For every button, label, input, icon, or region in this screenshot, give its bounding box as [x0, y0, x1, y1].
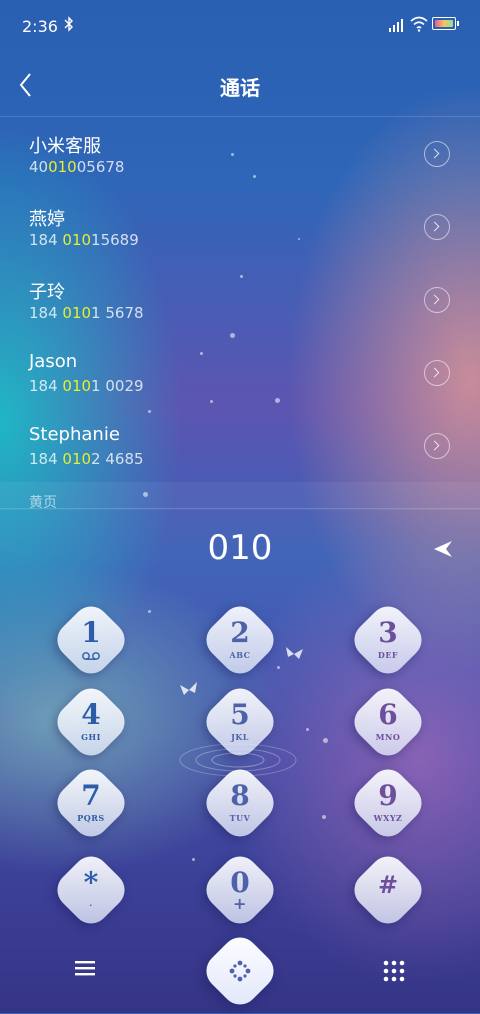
contact-number: 184 01015689 — [29, 231, 139, 249]
chevron-right-icon[interactable] — [424, 214, 450, 240]
grid-icon[interactable] — [381, 958, 407, 984]
list-item[interactable]: 燕婷 184 01015689 — [0, 191, 480, 264]
key-3[interactable]: 3 DEF — [346, 598, 430, 682]
chevron-right-icon[interactable] — [424, 287, 450, 313]
section-header-yellow-pages: 黄页 — [0, 482, 480, 511]
contact-name: 子玲 — [29, 282, 65, 303]
list-item[interactable]: 子玲 184 0101 5678 — [0, 264, 480, 337]
dialed-number: 010 — [207, 528, 273, 568]
page-title: 通话 — [220, 76, 260, 100]
voicemail-icon — [82, 652, 100, 660]
list-item[interactable]: 小米客服 4001005678 — [0, 118, 480, 191]
chevron-right-icon[interactable] — [424, 360, 450, 386]
search-results-list: 小米客服 4001005678 燕婷 184 01015689 子玲 184 0… — [0, 118, 480, 483]
menu-icon[interactable] — [73, 958, 97, 978]
contact-name: 燕婷 — [29, 209, 65, 230]
signal-icon — [389, 19, 403, 32]
status-time: 2:36 — [22, 17, 58, 36]
bluetooth-icon — [64, 16, 74, 36]
key-0[interactable]: 0 + — [198, 848, 282, 932]
key-8[interactable]: 8 TUV — [198, 761, 282, 845]
contact-name: 小米客服 — [29, 136, 101, 157]
dialpad-toggle-icon — [229, 960, 251, 982]
contact-number: 184 0102 4685 — [29, 450, 144, 468]
header: 通话 — [0, 54, 480, 117]
chevron-right-icon[interactable] — [424, 141, 450, 167]
list-item[interactable]: Stephanie 184 0102 4685 — [0, 410, 480, 483]
battery-icon — [432, 17, 459, 30]
contact-name: Stephanie — [29, 424, 120, 445]
butterfly-icon — [286, 647, 303, 659]
key-9[interactable]: 9 WXYZ — [346, 761, 430, 845]
key-hash[interactable]: # — [346, 848, 430, 932]
key-4[interactable]: 4 GHI — [49, 680, 133, 764]
contact-name: Jason — [29, 351, 78, 372]
key-6[interactable]: 6 MNO — [346, 680, 430, 764]
delete-digit-icon[interactable] — [430, 536, 456, 562]
key-7[interactable]: 7 PQRS — [49, 761, 133, 845]
butterfly-icon — [180, 682, 197, 695]
list-item[interactable]: Jason 184 0101 0029 — [0, 337, 480, 410]
contact-number: 184 0101 5678 — [29, 304, 144, 322]
dialpad-toggle-button[interactable] — [198, 929, 282, 1013]
wifi-icon — [410, 16, 428, 32]
contact-number: 4001005678 — [29, 158, 125, 176]
contact-number: 184 0101 0029 — [29, 377, 144, 395]
key-1[interactable]: 1 — [49, 598, 133, 682]
key-star[interactable]: * · — [49, 848, 133, 932]
key-5[interactable]: 5 JKL — [198, 680, 282, 764]
chevron-right-icon[interactable] — [424, 433, 450, 459]
key-2[interactable]: 2 ABC — [198, 598, 282, 682]
status-bar: 2:36 — [0, 0, 480, 54]
